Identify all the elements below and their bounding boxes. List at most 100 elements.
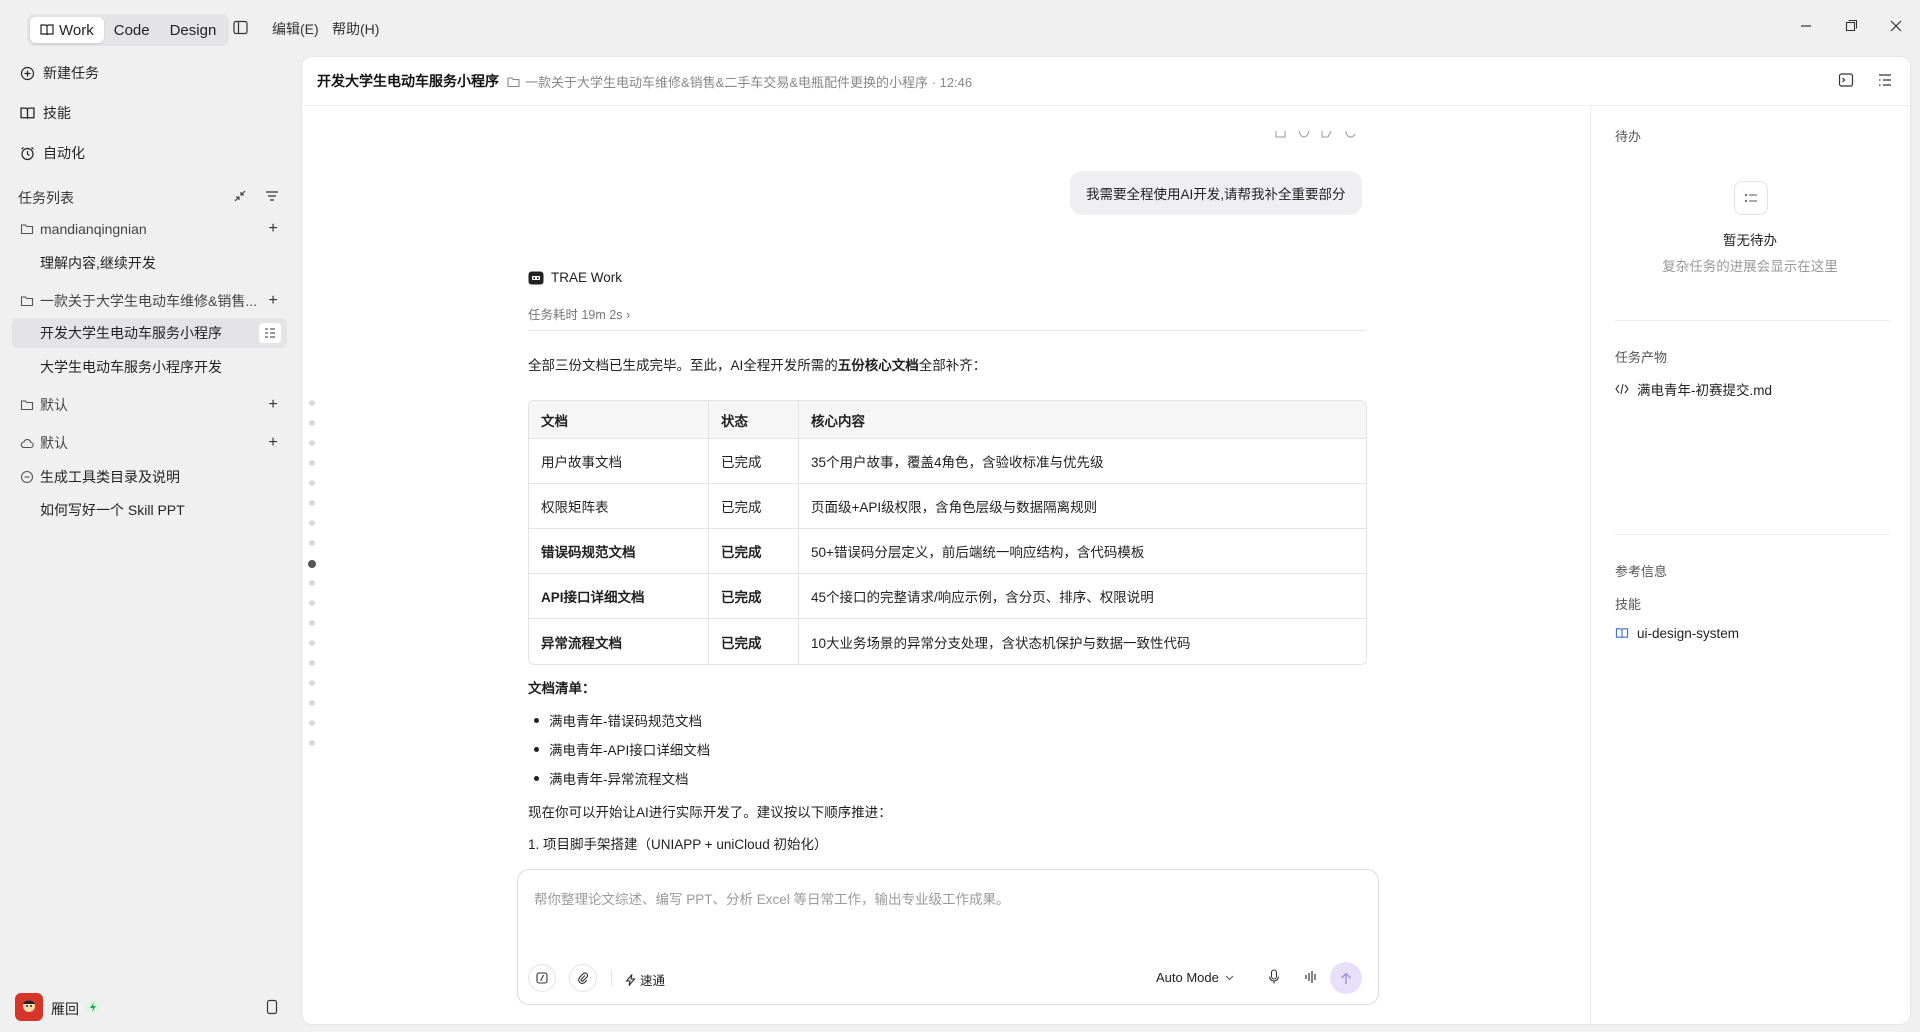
todo-heading: 待办 (1615, 129, 1642, 144)
skill-item[interactable]: ui-design-system (1615, 626, 1739, 641)
scroll-marker[interactable] (309, 480, 315, 486)
scroll-marker[interactable] (309, 580, 315, 586)
task-label: 生成工具类目录及说明 (40, 469, 180, 485)
scroll-marker[interactable] (309, 540, 315, 546)
group-name: mandianqingnian (40, 221, 147, 237)
scroll-marker[interactable] (309, 500, 315, 506)
add-task-icon[interactable]: + (262, 394, 284, 416)
book-icon (20, 107, 35, 119)
minimize-icon[interactable] (1798, 18, 1814, 34)
mode-tab-work[interactable]: Work (30, 17, 104, 43)
device-icon[interactable] (265, 999, 279, 1015)
table-cell: 页面级+API级权限，含角色层级与数据隔离规则 (798, 484, 1366, 529)
intro-post: 全部补齐： (918, 358, 987, 373)
table-cell: 已完成 (708, 619, 798, 664)
bullet (534, 746, 539, 752)
skills-button[interactable]: 技能 (20, 103, 71, 123)
attach-icon[interactable] (569, 964, 597, 992)
prompt-input[interactable]: 帮你整理论文综述、编写 PPT、分析 Excel 等日常工作，输出专业级工作成果… (534, 888, 1010, 908)
book-icon (1615, 628, 1629, 639)
sidebar-toggle-icon[interactable] (233, 20, 248, 35)
automation-button[interactable]: 自动化 (20, 143, 85, 163)
table-row: 用户故事文档 已完成 35个用户故事，覆盖4角色，含验收标准与优先级 (529, 439, 1366, 484)
chevron-right-icon: › (625, 308, 631, 322)
scroll-marker[interactable] (309, 740, 315, 746)
group-name: 默认 (40, 397, 68, 413)
list-item[interactable]: 满电青年-异常流程文档 (534, 768, 689, 788)
bullet (534, 775, 539, 781)
scroll-marker[interactable] (309, 660, 315, 666)
task-item[interactable]: 大学生电动车服务小程序开发 (12, 352, 287, 382)
artifacts-heading: 任务产物 (1615, 350, 1668, 365)
add-task-icon[interactable]: + (262, 218, 284, 240)
table-cell: 异常流程文档 (541, 635, 622, 651)
list-item[interactable]: 满电青年-错误码规范文档 (534, 710, 702, 730)
task-duration[interactable]: 任务耗时 19m 2s › (528, 304, 630, 323)
alarm-clock-icon (21, 146, 34, 160)
speed-mode-button[interactable]: 速通 (625, 970, 665, 989)
outline-panel-icon[interactable] (1877, 72, 1893, 88)
message-actions (1275, 131, 1356, 139)
copy-icon[interactable] (1275, 131, 1287, 139)
refresh-icon[interactable] (1344, 131, 1356, 139)
filter-icon[interactable] (265, 189, 279, 203)
task-group-default[interactable]: 默认 + (20, 395, 284, 415)
table-cell: 权限矩阵表 (529, 484, 708, 529)
task-item-tools[interactable]: 生成工具类目录及说明 (20, 467, 284, 487)
new-task-button[interactable]: 新建任务 (20, 63, 99, 83)
chevron-down-icon (1225, 975, 1234, 980)
scroll-marker[interactable] (309, 400, 315, 406)
table-row: API接口详细文档 已完成 45个接口的完整请求/响应示例，含分页、排序、权限说… (529, 574, 1366, 619)
task-item-selected[interactable]: 开发大学生电动车服务小程序 (12, 318, 287, 348)
send-button[interactable] (1330, 962, 1362, 994)
doc-link: 满电青年-API接口详细文档 (549, 743, 711, 758)
artifact-item[interactable]: 满电青年-初赛提交.md (1615, 379, 1772, 399)
menu-edit[interactable]: 编辑(E) (272, 19, 319, 39)
thumbs-down-icon[interactable] (1321, 131, 1333, 139)
mode-switcher: Work Code Design (27, 14, 230, 46)
reference-heading: 参考信息 (1615, 564, 1668, 579)
scroll-marker[interactable] (309, 620, 315, 626)
terminal-icon[interactable] (1838, 72, 1854, 88)
task-group-default-cloud[interactable]: 默认 + (20, 433, 284, 453)
scroll-marker[interactable] (309, 460, 315, 466)
automation-label: 自动化 (43, 145, 85, 161)
scroll-marker[interactable] (309, 600, 315, 606)
mode-tab-code[interactable]: Code (104, 17, 160, 43)
mode-label: Design (169, 21, 217, 39)
add-task-icon[interactable]: + (262, 432, 284, 454)
add-task-icon[interactable]: + (262, 290, 284, 312)
docs-table: 文档 状态 核心内容 用户故事文档 已完成 35个用户故事，覆盖4角色，含验收标… (528, 400, 1367, 665)
thumbs-up-icon[interactable] (1298, 131, 1310, 139)
scroll-marker[interactable] (309, 700, 315, 706)
table-cell: 已完成 (708, 484, 798, 529)
task-item[interactable]: 如何写好一个 Skill PPT (12, 495, 287, 525)
avatar[interactable] (15, 993, 43, 1021)
mode-tab-design[interactable]: Design (160, 17, 227, 43)
maximize-icon[interactable] (1843, 18, 1859, 34)
task-item[interactable]: 理解内容,继续开发 (12, 248, 287, 278)
scroll-marker[interactable] (309, 420, 315, 426)
slash-command-icon[interactable] (528, 964, 556, 992)
scroll-marker[interactable] (309, 520, 315, 526)
table-row: 异常流程文档 已完成 10大业务场景的异常分支处理，含状态机保护与数据一致性代码 (529, 619, 1366, 664)
menu-help[interactable]: 帮助(H) (332, 19, 379, 39)
microphone-icon[interactable] (1268, 969, 1280, 985)
task-group-mandianqingnian[interactable]: mandianqingnian + (20, 218, 284, 240)
scroll-marker[interactable] (309, 720, 315, 726)
scroll-marker-active[interactable] (308, 560, 316, 568)
todo-hint: 复杂任务的进展会显示在这里 (1662, 259, 1838, 274)
list-item[interactable]: 满电青年-API接口详细文档 (534, 739, 710, 759)
voice-wave-icon[interactable] (1304, 970, 1318, 984)
scroll-marker[interactable] (309, 640, 315, 646)
folder-icon (20, 296, 34, 307)
mode-select[interactable]: Auto Mode (1156, 970, 1234, 985)
task-outline-icon[interactable] (259, 323, 281, 343)
close-icon[interactable] (1888, 18, 1904, 34)
main-panel: 开发大学生电动车服务小程序 一款关于大学生电动车维修&销售&二手车交易&电瓶配件… (302, 57, 1910, 1024)
task-group-ebike[interactable]: 一款关于大学生电动车维修&销售... + (20, 291, 284, 311)
collapse-icon[interactable] (233, 189, 247, 203)
scroll-marker[interactable] (309, 440, 315, 446)
intro-text: 全部三份文档已生成完毕。至此，AI全程开发所需的五份核心文档全部补齐： (528, 354, 986, 374)
scroll-marker[interactable] (309, 680, 315, 686)
